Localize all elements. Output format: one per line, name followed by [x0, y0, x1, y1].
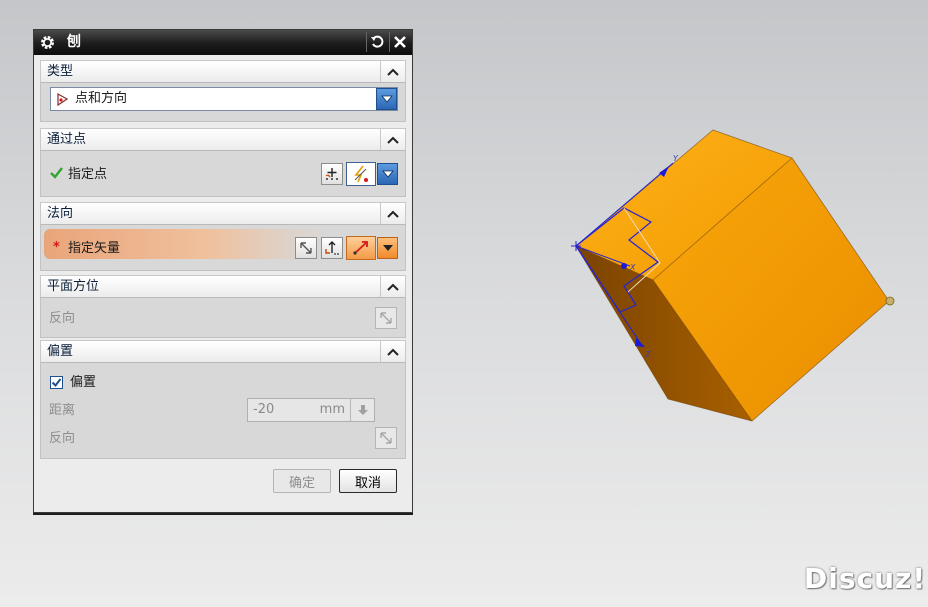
axis-z-label: Z: [644, 350, 651, 359]
vertex-marker[interactable]: [885, 296, 895, 306]
solid-body[interactable]: [575, 129, 895, 422]
axis-x-label: X: [629, 263, 636, 272]
axis-x-arrow-icon: [621, 263, 627, 269]
viewport-canvas[interactable]: Y X Z: [0, 0, 928, 607]
watermark: Discuz!: [804, 562, 927, 595]
